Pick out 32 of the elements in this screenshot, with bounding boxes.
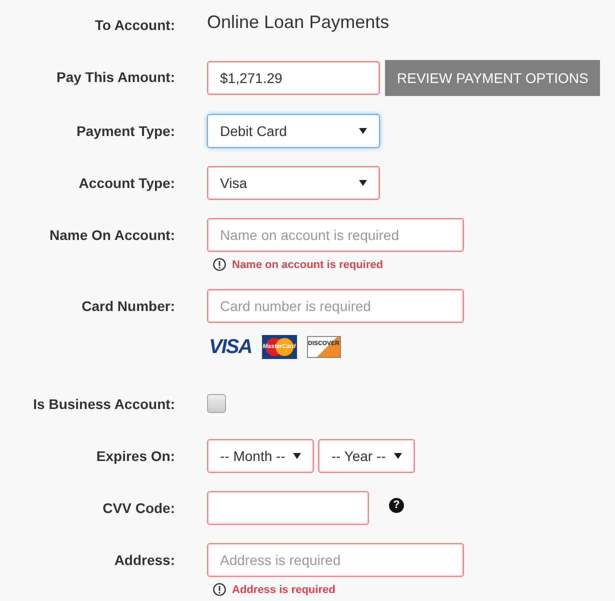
dropdown[interactable]: Debit Card	[207, 114, 380, 148]
error-message: Name on account is required	[232, 258, 383, 270]
help-icon[interactable]: ?	[389, 498, 404, 512]
error-message: Address is required	[232, 584, 336, 596]
checkbox[interactable]	[207, 394, 226, 413]
dropdown[interactable]: Visa	[207, 166, 380, 200]
text-field[interactable]: Address is required	[207, 543, 464, 577]
dropdown[interactable]: -- Year --	[318, 439, 415, 473]
text-field[interactable]: Card number is required	[207, 289, 464, 323]
field-label: Expires On:	[95, 447, 175, 466]
account-name: Online Loan Payments	[207, 11, 390, 34]
caret-icon	[359, 180, 367, 186]
text-field[interactable]: Name on account is required	[207, 218, 464, 252]
field-label: Is Business Account:	[32, 395, 175, 414]
visa-logo: VISA	[209, 336, 252, 358]
field-label: Address:	[113, 551, 175, 570]
field-label: Account Type:	[78, 174, 175, 193]
field-label: To Account:	[94, 16, 175, 35]
cvv-field[interactable]	[207, 491, 369, 525]
field-label: Card Number:	[80, 297, 175, 316]
warning-icon	[213, 583, 226, 596]
warning-icon	[213, 258, 226, 271]
amount-field[interactable]: $1,271.29	[207, 61, 380, 95]
field-label: Pay This Amount:	[56, 68, 175, 87]
dropdown[interactable]: -- Month --	[207, 439, 314, 473]
caret-icon	[293, 453, 302, 459]
field-label: CVV Code:	[102, 499, 175, 518]
caret-icon	[394, 453, 402, 459]
caret-icon	[359, 128, 367, 134]
field-label: Payment Type:	[75, 122, 175, 141]
field-label: Name On Account:	[48, 226, 175, 245]
review-options-button[interactable]: REVIEW PAYMENT OPTIONS	[385, 60, 600, 96]
